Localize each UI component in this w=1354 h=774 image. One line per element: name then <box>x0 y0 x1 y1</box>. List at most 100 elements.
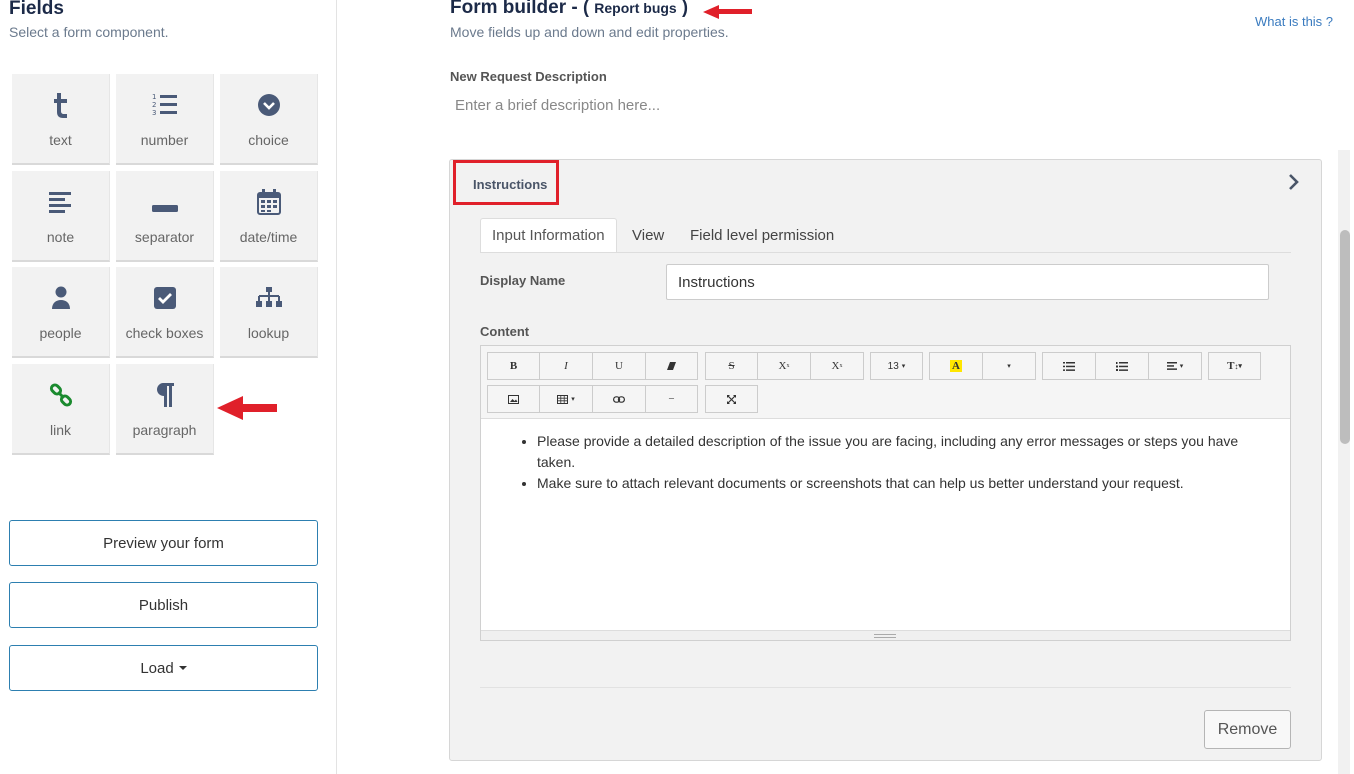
table-icon <box>557 394 569 404</box>
load-dropdown-button[interactable]: Load <box>9 645 318 691</box>
publish-button[interactable]: Publish <box>9 582 318 628</box>
eraser-icon <box>666 362 676 370</box>
bullet-list-icon <box>1063 361 1075 371</box>
tile-label: number <box>140 132 189 148</box>
font-size-value: 13 <box>887 360 899 372</box>
field-tile-text[interactable]: text <box>12 74 110 165</box>
tab-input-information[interactable]: Input Information <box>480 218 617 253</box>
person-icon <box>12 283 109 313</box>
color-dropdown-button[interactable]: ▾ <box>982 352 1036 380</box>
annotation-arrow-icon <box>217 396 277 420</box>
description-input[interactable] <box>450 90 1050 120</box>
tile-label: paragraph <box>132 422 197 438</box>
font-size-dropdown[interactable]: 13 ▾ <box>870 352 923 380</box>
bold-button[interactable]: B <box>487 352 540 380</box>
list-item: Make sure to attach relevant documents o… <box>537 473 1290 494</box>
field-tile-checkboxes[interactable]: check boxes <box>116 267 214 358</box>
image-icon <box>508 394 519 404</box>
display-name-input[interactable] <box>666 264 1269 300</box>
tile-label: date/time <box>239 229 298 245</box>
expand-icon <box>727 394 736 404</box>
minus-bar-icon <box>116 193 213 223</box>
chevron-circle-icon <box>220 90 317 120</box>
underline-button[interactable]: U <box>592 352 646 380</box>
insert-image-button[interactable] <box>487 385 540 413</box>
numbered-list-button[interactable] <box>1095 352 1149 380</box>
panel-divider <box>480 687 1291 688</box>
tile-label: link <box>49 422 71 438</box>
tile-label: check boxes <box>125 325 204 341</box>
checkbox-icon <box>116 283 213 313</box>
field-tile-separator[interactable]: separator <box>116 171 214 262</box>
highlight-label: A <box>950 360 962 372</box>
fullscreen-button[interactable] <box>705 385 758 413</box>
bullet-list-button[interactable] <box>1042 352 1096 380</box>
numbered-list-icon <box>1116 361 1128 371</box>
what-is-this-link[interactable]: What is this ? <box>1255 14 1333 29</box>
highlight-color-button[interactable]: A <box>929 352 983 380</box>
calendar-icon <box>220 187 317 217</box>
clear-format-button[interactable] <box>645 352 698 380</box>
insert-link-button[interactable] <box>592 385 646 413</box>
description-label: New Request Description <box>450 69 607 84</box>
caret-down-icon: ▾ <box>1238 362 1242 370</box>
subscript-label: X <box>831 360 840 372</box>
field-tile-link[interactable]: link <box>12 364 110 455</box>
content-bullet-list: Please provide a detailed description of… <box>481 431 1290 494</box>
remove-button[interactable]: Remove <box>1204 710 1291 749</box>
subscript-button[interactable]: Xx <box>810 352 864 380</box>
content-label: Content <box>480 324 530 339</box>
form-builder-title: Form builder - ( Report bugs ) <box>450 0 688 19</box>
horizontal-rule-button[interactable]: − <box>645 385 698 413</box>
load-label: Load <box>140 659 174 677</box>
highlight-box <box>453 160 559 205</box>
caret-down-icon: ▾ <box>1007 362 1011 370</box>
tile-label: text <box>49 132 72 148</box>
field-tile-people[interactable]: people <box>12 267 110 358</box>
pilcrow-icon <box>116 380 213 410</box>
font-style-dropdown[interactable]: T ↕ ▾ <box>1208 352 1261 380</box>
text-t-icon <box>12 90 109 120</box>
field-tile-note[interactable]: note <box>12 171 110 262</box>
annotation-arrow-icon <box>703 5 752 19</box>
font-style-label: T <box>1227 360 1235 372</box>
italic-button[interactable]: I <box>539 352 593 380</box>
numbered-list-icon: 1 2 3 <box>116 90 213 120</box>
display-name-label: Display Name <box>480 273 566 288</box>
svg-text:1: 1 <box>152 93 156 101</box>
tabs-divider <box>480 252 1291 253</box>
strikethrough-button[interactable]: S <box>705 352 758 380</box>
scrollbar-thumb[interactable] <box>1340 230 1350 444</box>
link-icon <box>12 380 109 410</box>
tab-field-level-permission[interactable]: Field level permission <box>679 218 845 253</box>
align-left-icon <box>1166 362 1177 370</box>
sidebar-subtitle: Select a form component. <box>9 24 169 40</box>
align-left-icon <box>12 187 109 217</box>
report-bugs-link[interactable]: Report bugs <box>594 0 676 16</box>
svg-text:2: 2 <box>152 101 156 109</box>
field-tile-datetime[interactable]: date/time <box>220 171 318 262</box>
field-tile-number[interactable]: 1 2 3 number <box>116 74 214 165</box>
caret-down-icon: ▾ <box>901 363 906 370</box>
chevron-right-icon[interactable] <box>1284 172 1302 192</box>
list-item: Please provide a detailed description of… <box>537 431 1290 473</box>
title-prefix: Form builder - <box>450 0 583 18</box>
caret-down-icon: ▾ <box>571 395 575 403</box>
preview-form-button[interactable]: Preview your form <box>9 520 318 566</box>
insert-table-button[interactable]: ▾ <box>539 385 593 413</box>
form-builder-subtitle: Move fields up and down and edit propert… <box>450 24 729 40</box>
sitemap-icon <box>220 283 317 313</box>
link-icon <box>613 395 625 403</box>
tab-view[interactable]: View <box>621 218 675 253</box>
tile-label: note <box>46 229 75 245</box>
superscript-label: X <box>778 360 787 372</box>
align-dropdown-button[interactable]: ▾ <box>1148 352 1202 380</box>
tile-label: choice <box>248 132 289 148</box>
grip-icon <box>874 634 896 638</box>
editor-resize-handle[interactable] <box>481 630 1290 640</box>
field-tile-paragraph[interactable]: paragraph <box>116 364 214 455</box>
field-tile-choice[interactable]: choice <box>220 74 318 165</box>
field-tile-lookup[interactable]: lookup <box>220 267 318 358</box>
editor-content-area[interactable]: Please provide a detailed description of… <box>481 418 1290 630</box>
superscript-button[interactable]: Xx <box>757 352 811 380</box>
